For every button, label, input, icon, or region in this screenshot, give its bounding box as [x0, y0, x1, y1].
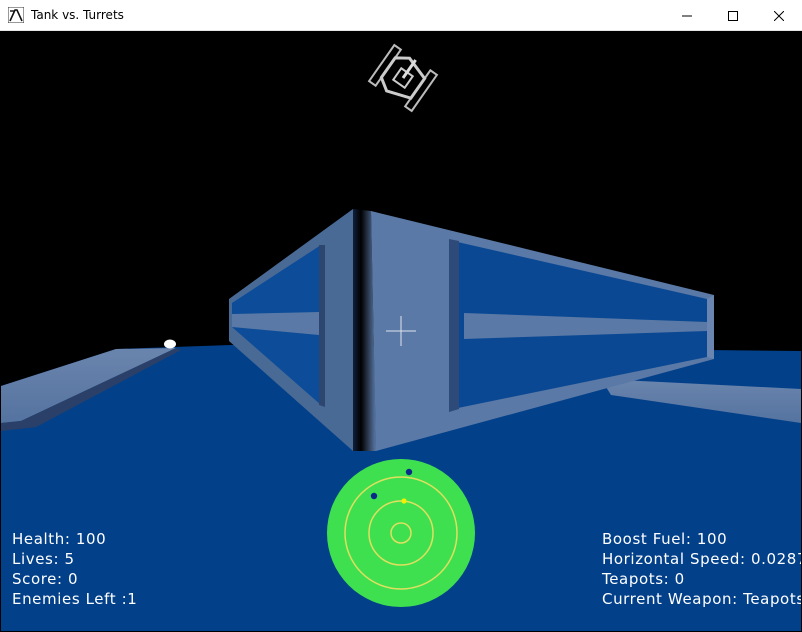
maximize-button[interactable]: [710, 0, 756, 31]
building-left-window-frame: [319, 245, 325, 407]
hud-current-weapon: Current Weapon: Teapots: [602, 590, 801, 608]
title-bar[interactable]: Tank vs. Turrets: [0, 0, 802, 31]
building-right-face-rim: [707, 295, 714, 359]
radar-enemy-blip: [405, 468, 413, 476]
hud-score: Score: 0: [12, 570, 79, 588]
building-right-window-edge: [449, 239, 459, 412]
minimize-icon: [682, 15, 692, 16]
hud-enemies-left: Enemies Left :1: [12, 590, 138, 608]
hud-teapots: Teapots: 0: [602, 570, 685, 588]
hud-lives: Lives: 5: [12, 550, 75, 568]
hud-vehicle-stats: Boost Fuel: 100 Horizontal Speed: 0.0287…: [602, 529, 801, 609]
close-button[interactable]: [756, 0, 802, 31]
game-window: Tank vs. Turrets Health: 100 Lives: 5 Sc…: [0, 0, 802, 632]
minimize-button[interactable]: [664, 0, 710, 31]
maximize-icon: [728, 10, 738, 21]
hud-health: Health: 100: [12, 530, 107, 548]
radar-enemy-blip: [370, 492, 378, 500]
app-logo-icon: [8, 7, 24, 23]
window-title: Tank vs. Turrets: [31, 8, 124, 22]
crosshair-icon: [386, 316, 416, 346]
hud-horizontal-speed: Horizontal Speed: 0.0287: [602, 550, 801, 568]
tank-indicator-icon: [367, 43, 439, 113]
radar-background: [327, 459, 475, 607]
radar-player-blip: [401, 498, 407, 504]
radar-minimap: [327, 459, 475, 607]
close-icon: [774, 10, 784, 21]
hud-boost-fuel: Boost Fuel: 100: [602, 530, 728, 548]
hud-player-stats: Health: 100 Lives: 5 Score: 0 Enemies Le…: [12, 529, 137, 609]
game-viewport[interactable]: Health: 100 Lives: 5 Score: 0 Enemies Le…: [1, 31, 801, 631]
teapot-pickup: [164, 339, 176, 349]
